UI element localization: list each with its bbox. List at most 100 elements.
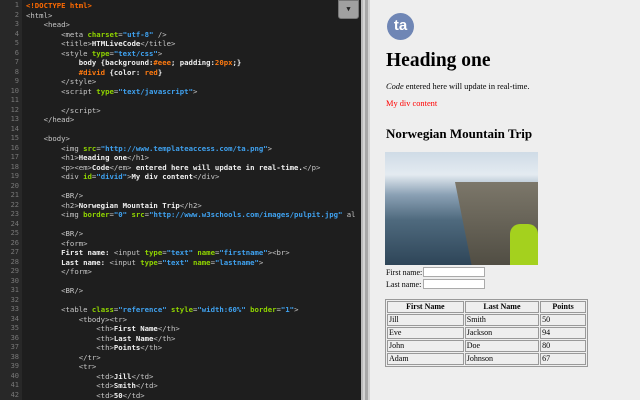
line-number: 21: [10, 191, 19, 199]
splitter-handle[interactable]: [365, 0, 368, 400]
div-content: My div content: [386, 99, 438, 108]
code-token: </h1>: [127, 153, 150, 162]
code-line[interactable]: <!DOCTYPE html>: [26, 1, 92, 11]
code-line[interactable]: <BR/>: [26, 286, 83, 296]
para-text: entered here will update in real-time.: [403, 82, 530, 91]
code-token: <title>: [26, 39, 92, 48]
code-line[interactable]: <img src="http://www.templateaccess.com/…: [26, 144, 272, 154]
editor-menu-button[interactable]: ▼: [338, 0, 359, 19]
code-line[interactable]: <th>Last Name</th>: [26, 334, 175, 344]
code-line[interactable]: body {background:#eee; padding:20px;}: [26, 58, 242, 68]
first-name-input[interactable]: [423, 267, 485, 277]
last-name-input[interactable]: [423, 279, 485, 289]
hiker-shape: [510, 224, 538, 265]
code-line[interactable]: <style type="text/css">: [26, 49, 162, 59]
reference-table: First Name Last Name Points Jill Smith 50 …: [385, 299, 588, 367]
code-line[interactable]: <head>: [26, 20, 70, 30]
code-line[interactable]: <table class="reference" style="width:60…: [26, 305, 298, 315]
cell: 50: [540, 314, 586, 326]
code-line[interactable]: <div id="divid">My div content</div>: [26, 172, 219, 182]
table-row: John Doe 80: [387, 340, 586, 352]
code-token: >: [267, 143, 273, 153]
line-number: 41: [10, 381, 19, 389]
code-line[interactable]: <tr>: [26, 362, 97, 372]
code-token: "divid": [96, 172, 128, 181]
code-line[interactable]: </script>: [26, 106, 101, 116]
code-line[interactable]: </style>: [26, 77, 96, 87]
code-editor[interactable]: 1 2 3 4 5 6 7 8 9 10 11 12 13 14 15 16 17 18 19 20 21 22 23 24 2…: [0, 0, 361, 400]
code-token: border: [250, 305, 277, 314]
cell: 67: [540, 353, 586, 365]
code-token: Jill: [113, 371, 132, 381]
line-number: 10: [10, 86, 19, 95]
code-token: <script: [26, 86, 97, 96]
code-token: Norwegian Mountain Trip: [78, 200, 180, 210]
code-token: <BR/>: [26, 229, 84, 238]
header-last-name: Last Name: [464, 301, 540, 313]
code-token: </th>: [153, 333, 176, 343]
code-token: </p>: [302, 162, 321, 172]
code-line[interactable]: <th>Points</th>: [26, 343, 162, 353]
line-number: 34: [10, 314, 19, 323]
code-line[interactable]: Last name: <input type="text" name="last…: [26, 258, 263, 268]
line-number: 9: [14, 77, 19, 85]
code-line[interactable]: <html>: [26, 11, 52, 21]
code-line[interactable]: <BR/>: [26, 191, 83, 201]
pane-splitter[interactable]: [361, 0, 370, 400]
code-line[interactable]: <form>: [26, 238, 88, 249]
code-token: type: [140, 257, 158, 267]
code-token: <tr>: [26, 362, 97, 371]
code-token: 20px: [214, 58, 233, 67]
code-line[interactable]: <img border="0" src="http://www.w3school…: [26, 210, 355, 220]
code-token: </form>: [26, 267, 92, 276]
code-line[interactable]: <td>Smith</td>: [26, 381, 158, 391]
code-line[interactable]: <title>HTMLiveCode</title>: [26, 39, 175, 49]
line-number: 11: [10, 96, 19, 104]
code-line[interactable]: <td>Jill</td>: [26, 372, 153, 382]
code-token: <h2>: [26, 200, 79, 210]
code-token: <BR/>: [26, 286, 84, 295]
code-line[interactable]: <th>First Name</th>: [26, 324, 180, 334]
code-token: </th>: [140, 343, 163, 352]
cell: Johnson: [464, 353, 540, 365]
first-name-row: First name:: [386, 267, 485, 277]
code-line[interactable]: <h1>Heading one</h1>: [26, 153, 149, 163]
line-number: 25: [10, 229, 19, 237]
code-line[interactable]: </head>: [26, 115, 75, 125]
code-token: <!DOCTYPE html>: [26, 1, 92, 10]
line-number: 30: [10, 276, 19, 285]
code-token: <meta: [26, 29, 88, 39]
cell: 80: [540, 340, 586, 352]
table-row: Adam Johnson 67: [387, 353, 586, 365]
code-token: <body>: [26, 134, 70, 143]
code-line[interactable]: </tr>: [26, 353, 101, 363]
line-number: 13: [10, 115, 19, 123]
line-number: 35: [10, 324, 19, 332]
code-line[interactable]: #divid {color: red}: [26, 67, 163, 78]
code-token: <tbody><tr>: [26, 314, 128, 324]
first-name-label: First name:: [386, 268, 423, 277]
code-line[interactable]: <BR/>: [26, 229, 83, 239]
code-token: My div content: [131, 172, 194, 181]
code-line[interactable]: <h2>Norwegian Mountain Trip</h2>: [26, 201, 202, 211]
code-token: border: [83, 210, 110, 219]
code-token: Heading one: [78, 153, 128, 162]
code-token: "http://www.w3schools.com/images/pulpit.…: [149, 210, 343, 219]
code-line[interactable]: First name: <input type="text" name="fir…: [26, 248, 290, 258]
cell: Eve: [387, 327, 464, 339]
code-line[interactable]: <script type="text/javascript">: [26, 87, 197, 97]
code-line[interactable]: <tbody><tr>: [26, 315, 127, 325]
code-token: <form>: [26, 238, 88, 248]
code-token: style: [171, 305, 193, 314]
line-number: 29: [10, 267, 19, 275]
code-line[interactable]: <td>50</td>: [26, 391, 144, 400]
code-line[interactable]: <meta charset="utf-8" />: [26, 30, 167, 40]
header-points: Points: [540, 301, 586, 313]
code-line[interactable]: <body>: [26, 134, 70, 144]
code-token: }: [157, 67, 163, 77]
line-number: 37: [10, 343, 19, 351]
code-line[interactable]: <p><em>Code</em> entered here will updat…: [26, 163, 320, 173]
code-token: </title>: [140, 39, 176, 48]
line-number: 22: [10, 200, 19, 209]
code-line[interactable]: </form>: [26, 267, 92, 277]
